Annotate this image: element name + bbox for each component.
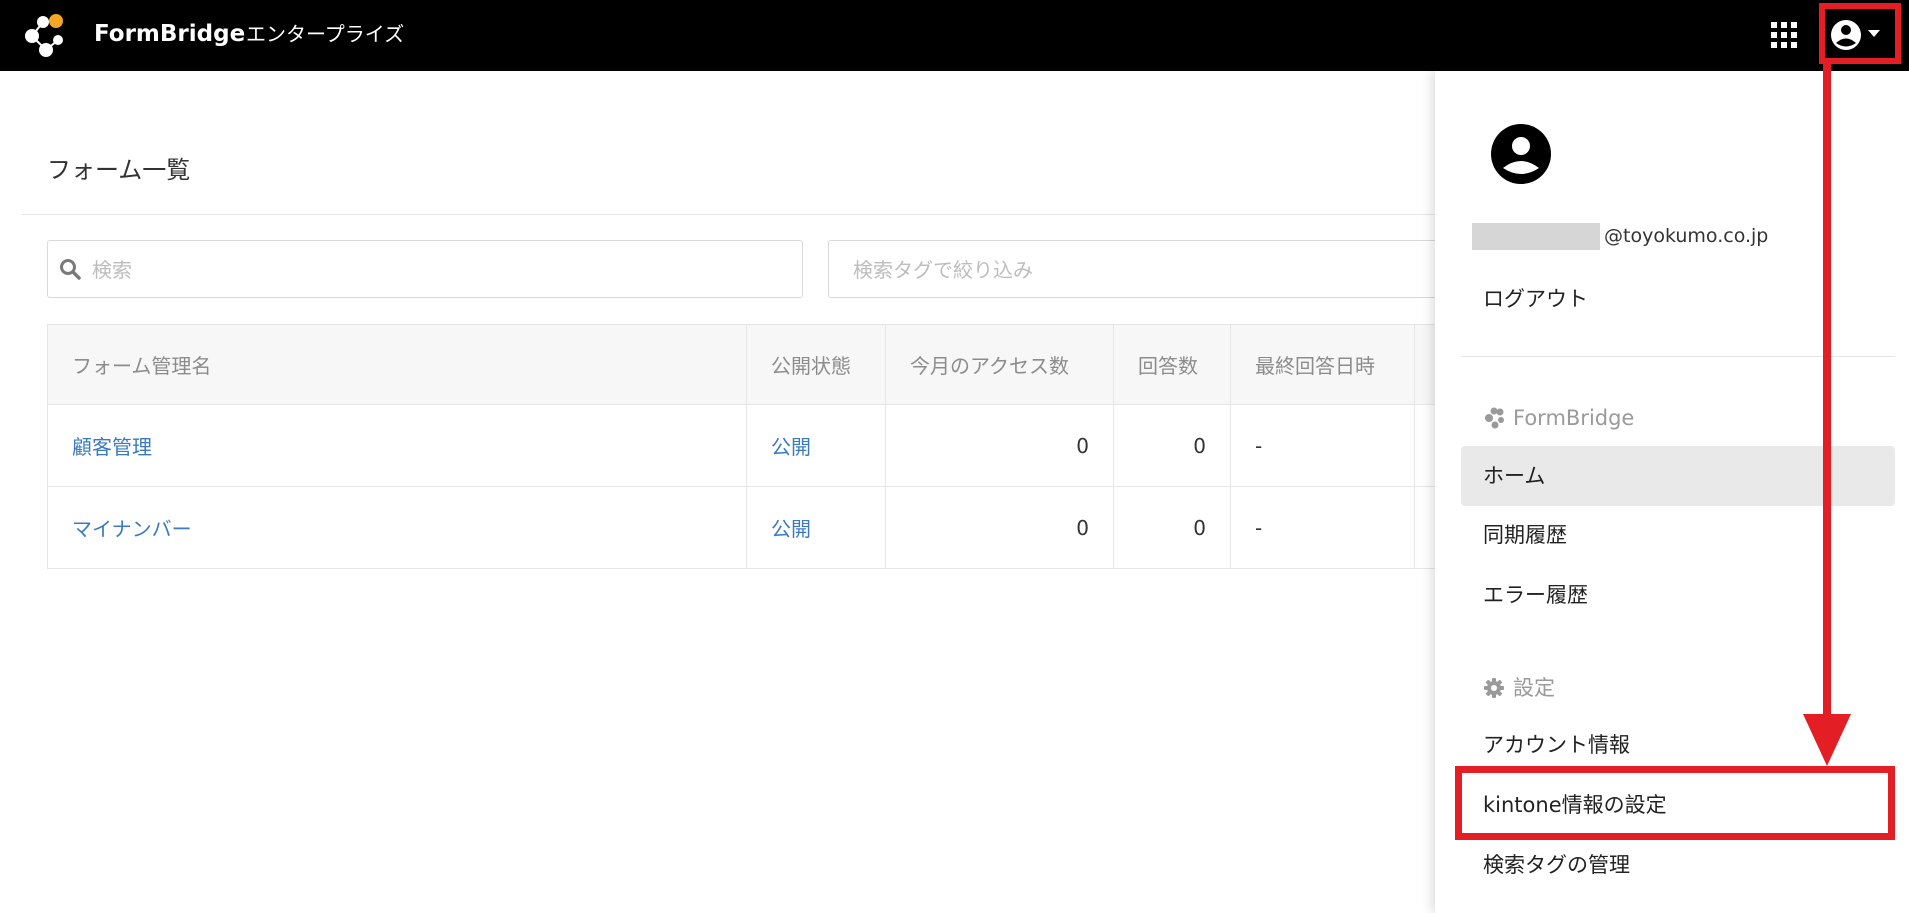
tag-filter-field[interactable] xyxy=(828,240,1440,298)
status-link[interactable]: 公開 xyxy=(771,517,811,541)
highlight-kintone-settings xyxy=(1455,766,1895,840)
column-header-answers[interactable]: 回答数 xyxy=(1113,324,1231,405)
table-header-row: フォーム管理名 公開状態 今月のアクセス数 回答数 最終回答日時 xyxy=(47,324,1475,405)
access-count: 0 xyxy=(885,404,1114,487)
annotation-arrow-head xyxy=(1803,714,1851,766)
search-icon xyxy=(60,259,81,280)
grid-apps-icon[interactable] xyxy=(1770,21,1798,49)
table-row[interactable]: 顧客管理 公開 0 0 - xyxy=(47,404,1475,487)
form-name-link[interactable]: マイナンバー xyxy=(72,517,192,541)
answer-count: 0 xyxy=(1113,486,1231,569)
status-cell: 公開 xyxy=(746,486,886,569)
table-row[interactable]: マイナンバー 公開 0 0 - xyxy=(47,486,1475,569)
access-count: 0 xyxy=(885,486,1114,569)
search-field[interactable] xyxy=(47,240,803,298)
column-header-form-name[interactable]: フォーム管理名 xyxy=(47,324,747,405)
settings-section-label: 設定 xyxy=(1483,673,1555,703)
column-header-status[interactable]: 公開状態 xyxy=(746,324,886,405)
tag-filter-input[interactable] xyxy=(851,251,1415,289)
last-answer-date: - xyxy=(1230,404,1415,487)
last-answer-date: - xyxy=(1230,486,1415,569)
status-link[interactable]: 公開 xyxy=(771,435,811,459)
form-name-cell: 顧客管理 xyxy=(47,404,747,487)
answer-count: 0 xyxy=(1113,404,1231,487)
form-name-cell: マイナンバー xyxy=(47,486,747,569)
redacted-email-mask xyxy=(1472,222,1600,250)
edition-label: エンタープライズ xyxy=(246,22,405,46)
menu-item-search-tag-management[interactable]: 検索タグの管理 xyxy=(1461,835,1895,895)
form-name-link[interactable]: 顧客管理 xyxy=(72,435,152,459)
email-domain: @toyokumo.co.jp xyxy=(1604,225,1769,247)
brand-name: FormBridge xyxy=(94,21,246,47)
section-label-text: 設定 xyxy=(1513,676,1555,700)
user-email: @toyokumo.co.jp xyxy=(1472,222,1768,250)
formbridge-section-label: FormBridge xyxy=(1483,403,1634,433)
status-cell: 公開 xyxy=(746,404,886,487)
divider xyxy=(22,214,1442,215)
column-header-access[interactable]: 今月のアクセス数 xyxy=(885,324,1114,405)
forms-table: フォーム管理名 公開状態 今月のアクセス数 回答数 最終回答日時 顧客管理 公開… xyxy=(47,324,1475,569)
column-header-last-answer[interactable]: 最終回答日時 xyxy=(1230,324,1415,405)
highlight-user-button xyxy=(1819,3,1901,64)
page-title: フォーム一覧 xyxy=(47,156,191,184)
formbridge-logo-icon xyxy=(1485,407,1504,429)
formbridge-logo-icon[interactable] xyxy=(22,12,70,58)
top-header: FormBridge エンタープライズ xyxy=(0,0,1909,71)
annotation-arrow-shaft xyxy=(1823,64,1831,718)
search-input[interactable] xyxy=(90,251,774,289)
gear-icon xyxy=(1484,678,1504,698)
account-circle-icon xyxy=(1491,124,1551,184)
section-label-text: FormBridge xyxy=(1513,406,1635,430)
